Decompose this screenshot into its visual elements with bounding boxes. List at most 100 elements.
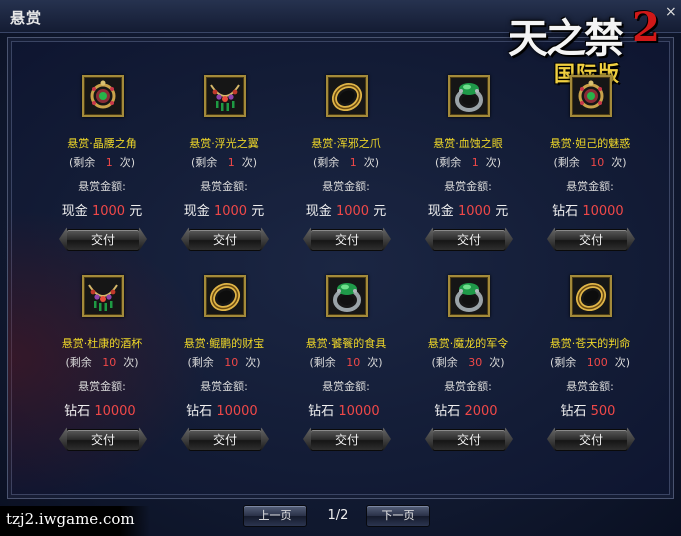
- submit-button[interactable]: 交付: [66, 429, 140, 451]
- prev-page-button[interactable]: 上一页: [243, 505, 307, 527]
- amount-label: 悬赏金额:: [444, 180, 492, 193]
- amount-value: 500: [590, 404, 616, 419]
- submit-button[interactable]: 交付: [188, 429, 262, 451]
- remain-number: 10: [346, 356, 361, 369]
- remain-suffix: 次: [119, 156, 131, 169]
- close-icon[interactable]: ×: [665, 4, 677, 20]
- amount-unit: 元: [373, 204, 387, 219]
- amount-unit: 元: [129, 204, 143, 219]
- logo-main: 天之禁: [508, 15, 624, 62]
- bounty-card: 悬赏·血蚀之眼 (剩余 1 次) 悬赏金额: 现金 1000 元交付: [408, 75, 528, 275]
- submit-button[interactable]: 交付: [554, 229, 628, 251]
- window-title: 悬赏: [10, 9, 43, 27]
- bounty-amount: 钻石 500: [530, 400, 650, 419]
- necklace-icon: [84, 277, 122, 315]
- remain-prefix: 剩余: [73, 156, 96, 169]
- amount-value: 10000: [216, 404, 258, 419]
- amount-label: 悬赏金额:: [444, 380, 492, 393]
- bounty-amount: 现金 1000 元: [164, 200, 284, 219]
- submit-button[interactable]: 交付: [310, 429, 384, 451]
- remain-prefix: 剩余: [191, 356, 214, 369]
- remain-prefix: 剩余: [317, 156, 340, 169]
- remaining-count: (剩余 1 次): [68, 156, 136, 169]
- remain-prefix: 剩余: [435, 356, 458, 369]
- remain-prefix: 剩余: [557, 156, 580, 169]
- currency: 钻石: [434, 404, 461, 419]
- item-slot[interactable]: [326, 75, 368, 117]
- jade-ring-icon: [328, 277, 366, 315]
- submit-button[interactable]: 交付: [554, 429, 628, 451]
- remain-prefix: 剩余: [195, 156, 218, 169]
- currency: 现金: [61, 204, 88, 219]
- jade-ring-icon: [450, 277, 488, 315]
- bounty-card: 悬赏·苍天的判命 (剩余 100 次) 悬赏金额: 钻石 500 交付: [530, 275, 650, 475]
- bounty-name: 悬赏·晶腰之角: [67, 137, 137, 150]
- remain-number: 10: [590, 156, 605, 169]
- currency: 钻石: [552, 204, 579, 219]
- remain-suffix: 次: [245, 356, 257, 369]
- submit-button[interactable]: 交付: [432, 429, 506, 451]
- remaining-count: (剩余 10 次): [553, 156, 627, 169]
- bounty-name: 悬赏·妲己的魅惑: [549, 137, 631, 150]
- amount-label: 悬赏金额:: [78, 180, 126, 193]
- bounty-amount: 现金 1000 元: [42, 200, 162, 219]
- amount-unit: 元: [495, 204, 509, 219]
- bounty-card: 悬赏·妲己的魅惑 (剩余 10 次) 悬赏金额: 钻石 10000 交付: [530, 75, 650, 275]
- bounty-name: 悬赏·血蚀之眼: [433, 137, 503, 150]
- remaining-count: (剩余 1 次): [312, 156, 380, 169]
- amount-value: 1000: [457, 204, 492, 219]
- amount-value: 1000: [213, 204, 248, 219]
- remaining-count: (剩余 10 次): [187, 356, 261, 369]
- item-slot[interactable]: [448, 275, 490, 317]
- amount-value: 10000: [338, 404, 380, 419]
- watermark: tzj2.iwgame.com: [0, 506, 150, 536]
- remain-suffix: 次: [611, 156, 623, 169]
- item-slot[interactable]: [204, 275, 246, 317]
- amount-label: 悬赏金额:: [200, 180, 248, 193]
- remain-suffix: 次: [489, 356, 501, 369]
- amount-label: 悬赏金额:: [322, 180, 370, 193]
- item-slot[interactable]: [204, 75, 246, 117]
- item-slot[interactable]: [82, 75, 124, 117]
- submit-button[interactable]: 交付: [66, 229, 140, 251]
- gold-ring-icon: [328, 77, 366, 115]
- item-slot[interactable]: [82, 275, 124, 317]
- remain-number: 1: [105, 156, 113, 169]
- amount-label: 悬赏金额:: [566, 380, 614, 393]
- remain-prefix: 剩余: [69, 356, 92, 369]
- gold-ring-icon: [206, 277, 244, 315]
- amount-label: 悬赏金额:: [78, 380, 126, 393]
- item-slot[interactable]: [326, 275, 368, 317]
- gold-ring-icon: [572, 277, 610, 315]
- currency: 现金: [305, 204, 332, 219]
- item-slot[interactable]: [570, 75, 612, 117]
- remain-number: 1: [349, 156, 357, 169]
- bounty-card: 悬赏·魔龙的军令 (剩余 30 次) 悬赏金额: 钻石 2000 交付: [408, 275, 528, 475]
- next-page-button[interactable]: 下一页: [366, 505, 430, 527]
- remain-number: 100: [586, 356, 608, 369]
- bounty-card: 悬赏·饕餮的食具 (剩余 10 次) 悬赏金额: 钻石 10000 交付: [286, 275, 406, 475]
- remain-suffix: 次: [363, 156, 375, 169]
- amount-value: 2000: [464, 404, 498, 419]
- item-slot[interactable]: [570, 275, 612, 317]
- bounty-window: 悬赏 天之禁 2 × 国际版 悬赏·晶腰之角 (剩余 1 次) 悬赏金额: 现金 10…: [0, 0, 681, 536]
- amount-value: 10000: [94, 404, 136, 419]
- remain-suffix: 次: [485, 156, 497, 169]
- necklace-icon: [206, 77, 244, 115]
- submit-button[interactable]: 交付: [432, 229, 506, 251]
- remain-prefix: 剩余: [439, 156, 462, 169]
- submit-button[interactable]: 交付: [188, 229, 262, 251]
- currency: 钻石: [186, 404, 213, 419]
- remaining-count: (剩余 100 次): [549, 356, 631, 369]
- item-slot[interactable]: [448, 75, 490, 117]
- remain-number: 1: [471, 156, 479, 169]
- bounty-card: 悬赏·杜康的酒杯 (剩余 10 次) 悬赏金额: 钻石 10000 交付: [42, 275, 162, 475]
- remaining-count: (剩余 1 次): [434, 156, 502, 169]
- submit-button[interactable]: 交付: [310, 229, 384, 251]
- amount-value: 1000: [335, 204, 370, 219]
- bounty-amount: 钻石 10000: [164, 400, 284, 419]
- pendant-icon: [572, 77, 610, 115]
- remain-suffix: 次: [241, 156, 253, 169]
- amount-label: 悬赏金额:: [566, 180, 614, 193]
- remaining-count: (剩余 30 次): [431, 356, 505, 369]
